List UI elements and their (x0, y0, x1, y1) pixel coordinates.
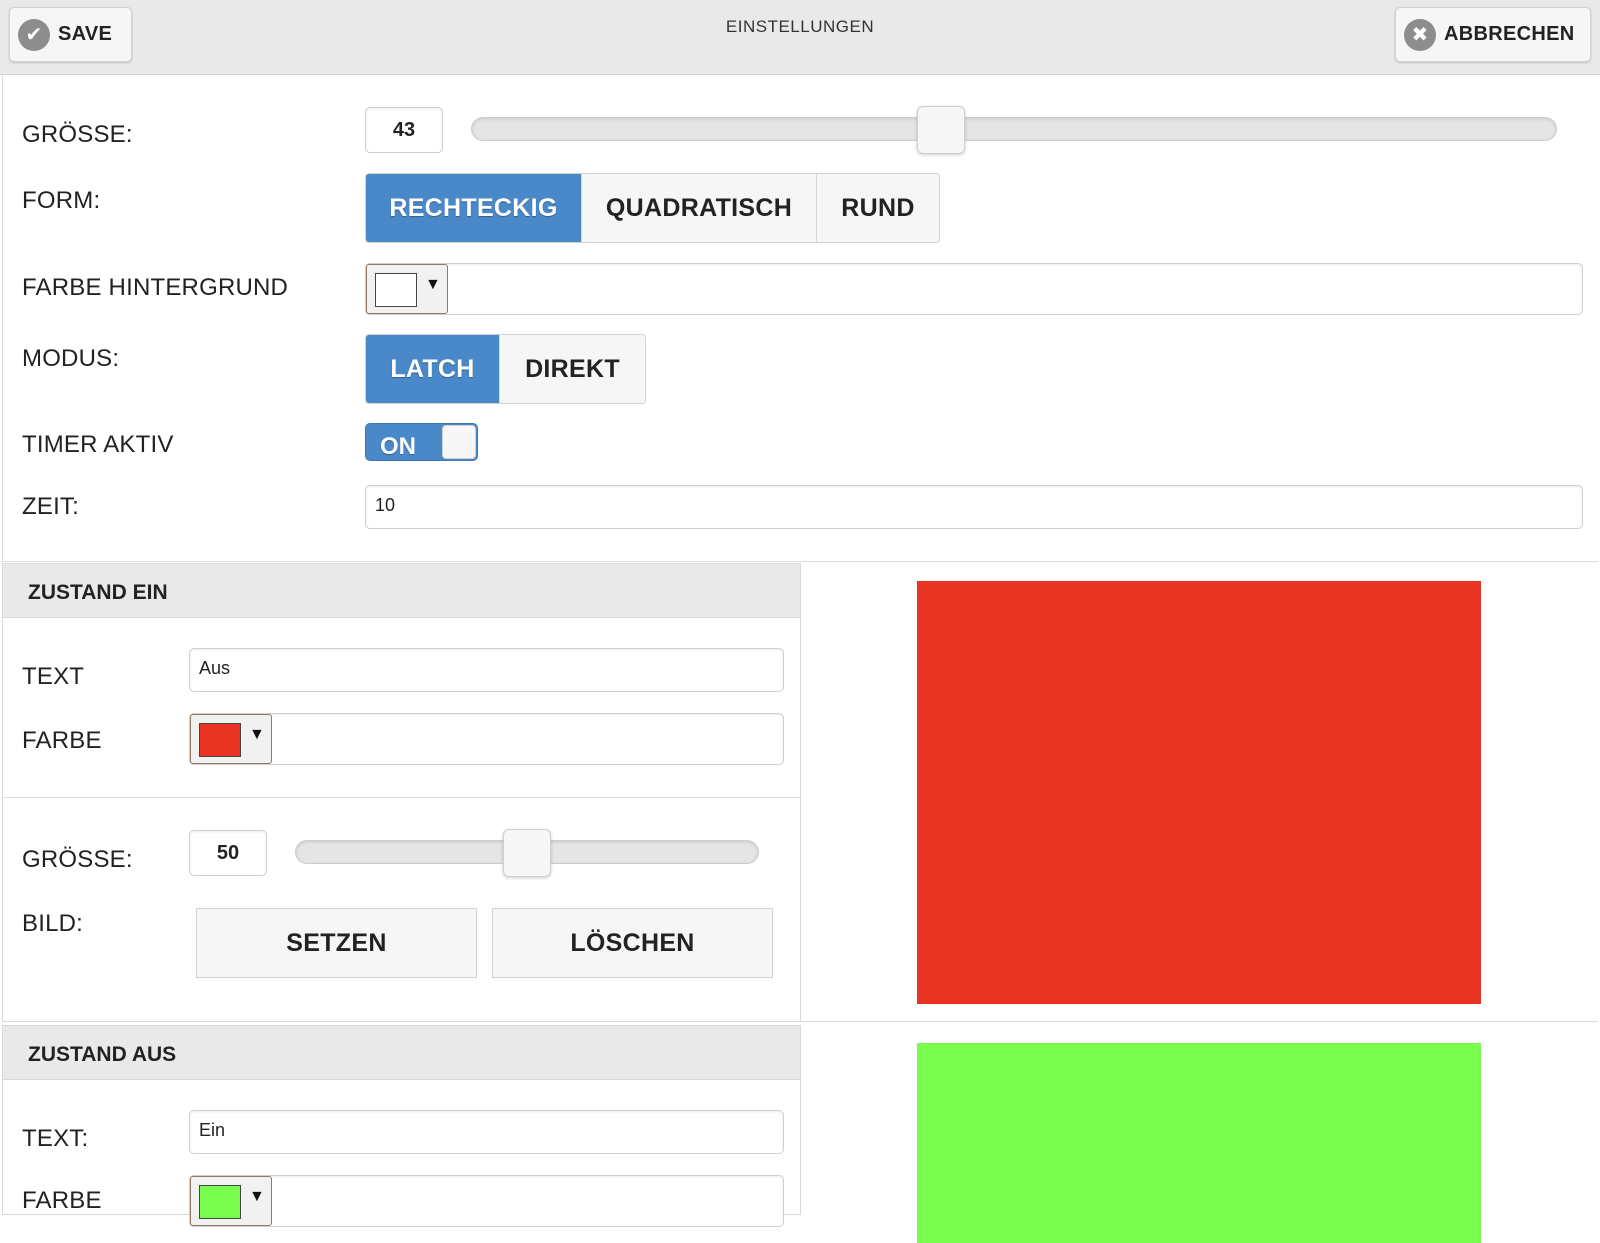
state-off-panel: ZUSTAND AUS TEXT: Ein FARBE ▼ (2, 1025, 801, 1227)
state-on-size-label: GRÖSSE: (22, 846, 133, 873)
timer-active-label: TIMER AKTIV (22, 431, 174, 458)
state-off-color-swatch (199, 1185, 241, 1219)
mode-label: MODUS: (22, 345, 120, 372)
time-label: ZEIT: (22, 493, 80, 520)
background-color-label: FARBE HINTERGRUND (22, 274, 289, 301)
state-on-text-input[interactable]: Aus (189, 648, 784, 692)
state-on-panel: ZUSTAND EIN TEXT Aus FARBE ▼ GRÖSSE: 50 … (2, 563, 801, 1022)
size-label: GRÖSSE: (22, 121, 133, 148)
delete-image-button[interactable]: LÖSCHEN (492, 908, 773, 978)
size-slider-track[interactable] (471, 117, 1557, 141)
state-on-preview (917, 581, 1481, 1004)
state-on-text-label: TEXT (22, 663, 85, 690)
timer-toggle-state: ON (380, 433, 416, 460)
state-off-preview (917, 1043, 1481, 1243)
mode-option-direkt[interactable]: DIREKT (500, 335, 645, 403)
background-color-picker[interactable]: ▼ (366, 264, 448, 314)
background-color-swatch (375, 273, 417, 307)
dropdown-arrow-icon: ▼ (425, 276, 441, 293)
state-on-image-label: BILD: (22, 910, 84, 937)
state-off-text-input[interactable]: Ein (189, 1110, 784, 1154)
size-slider-thumb[interactable] (917, 106, 966, 154)
state-on-preview-area (801, 563, 1598, 1022)
state-on-color-swatch (199, 723, 241, 757)
state-on-color-field[interactable]: ▼ (189, 713, 784, 765)
panel-divider (3, 797, 800, 798)
shape-option-rechteckig[interactable]: RECHTECKIG (366, 174, 582, 242)
state-off-color-field[interactable]: ▼ (189, 1175, 784, 1227)
state-on-header: ZUSTAND EIN (3, 564, 800, 618)
state-on-color-picker[interactable]: ▼ (190, 714, 272, 764)
state-off-header: ZUSTAND AUS (3, 1026, 800, 1080)
state-on-size-input[interactable]: 50 (189, 830, 267, 876)
state-off-text-label: TEXT: (22, 1125, 89, 1152)
state-off-color-label: FARBE (22, 1187, 102, 1214)
cancel-button[interactable]: ✖ ABBRECHEN (1395, 7, 1591, 62)
set-image-button[interactable]: SETZEN (196, 908, 477, 978)
close-icon: ✖ (1404, 18, 1436, 51)
size-value-input[interactable]: 43 (365, 107, 443, 153)
dropdown-arrow-icon: ▼ (249, 726, 265, 743)
timer-toggle[interactable]: ON (365, 423, 478, 461)
shape-selector: RECHTECKIG QUADRATISCH RUND (365, 173, 940, 243)
page-title: EINSTELLUNGEN (725, 17, 875, 36)
state-off-preview-area (801, 1025, 1598, 1243)
background-color-field[interactable]: ▼ (365, 263, 1583, 315)
shape-option-quadratisch[interactable]: QUADRATISCH (582, 174, 817, 242)
dropdown-arrow-icon: ▼ (249, 1188, 265, 1205)
mode-option-latch[interactable]: LATCH (366, 335, 500, 403)
shape-option-rund[interactable]: RUND (817, 174, 939, 242)
state-off-color-picker[interactable]: ▼ (190, 1176, 272, 1226)
general-settings: GRÖSSE: 43 FORM: RECHTECKIG QUADRATISCH … (2, 75, 1598, 562)
form-label: FORM: (22, 187, 101, 214)
state-on-size-slider-thumb[interactable] (503, 829, 551, 877)
mode-selector: LATCH DIREKT (365, 334, 646, 404)
top-bar: ✔ SAVE EINSTELLUNGEN ✖ ABBRECHEN (0, 0, 1600, 75)
timer-toggle-knob (442, 425, 476, 459)
cancel-button-label: ABBRECHEN (1444, 23, 1575, 45)
state-on-color-label: FARBE (22, 727, 102, 754)
time-input[interactable]: 10 (365, 485, 1583, 529)
